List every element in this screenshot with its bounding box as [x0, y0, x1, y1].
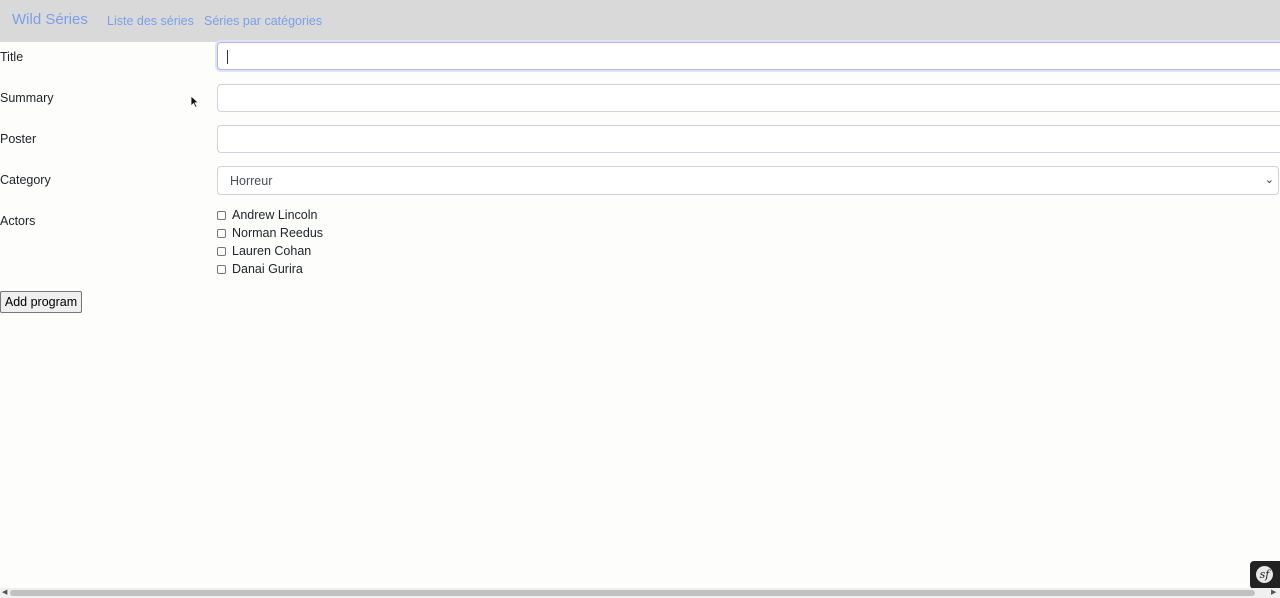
poster-input[interactable]	[217, 125, 1280, 153]
actor-checkbox[interactable]	[217, 228, 226, 238]
actor-option[interactable]: Andrew Lincoln	[217, 207, 317, 223]
actors-label: Actors	[0, 214, 36, 228]
symfony-debug-toolbar[interactable]: sf	[1250, 561, 1280, 589]
text-caret	[227, 50, 228, 64]
title-label: Title	[0, 50, 24, 64]
scroll-left-icon[interactable]: ◀	[2, 588, 7, 598]
actor-checkbox[interactable]	[217, 264, 226, 274]
title-input[interactable]	[217, 42, 1280, 70]
actor-checkbox[interactable]	[217, 210, 226, 220]
actor-label: Danai Gurira	[232, 262, 303, 276]
actor-label: Norman Reedus	[232, 226, 324, 240]
category-select[interactable]: Horreur ⌄	[217, 166, 1279, 195]
chevron-down-icon: ⌄	[1264, 174, 1274, 186]
add-program-button[interactable]: Add program	[0, 291, 82, 313]
horizontal-scrollbar[interactable]: ◀ ▶	[0, 588, 1280, 598]
summary-label: Summary	[0, 91, 54, 105]
actor-option[interactable]: Norman Reedus	[217, 225, 323, 241]
summary-input[interactable]	[217, 84, 1280, 112]
scroll-right-icon[interactable]: ▶	[1271, 588, 1276, 598]
scrollbar-thumb[interactable]	[10, 590, 1255, 596]
mouse-pointer-icon	[190, 95, 200, 109]
actor-label: Lauren Cohan	[232, 244, 312, 258]
brand-link[interactable]: Wild Séries	[12, 11, 88, 28]
actor-option[interactable]: Danai Gurira	[217, 261, 303, 277]
category-selected-value: Horreur	[230, 174, 273, 188]
actor-option[interactable]: Lauren Cohan	[217, 243, 311, 259]
navbar: Wild Séries Liste des séries Séries par …	[0, 0, 1280, 42]
symfony-logo-icon: sf	[1256, 566, 1273, 583]
category-label: Category	[0, 173, 51, 187]
nav-link-series-list[interactable]: Liste des séries	[107, 14, 194, 28]
actor-checkbox[interactable]	[217, 246, 226, 256]
actor-label: Andrew Lincoln	[232, 208, 318, 222]
poster-label: Poster	[0, 132, 37, 146]
nav-link-series-by-category[interactable]: Séries par catégories	[204, 14, 322, 28]
